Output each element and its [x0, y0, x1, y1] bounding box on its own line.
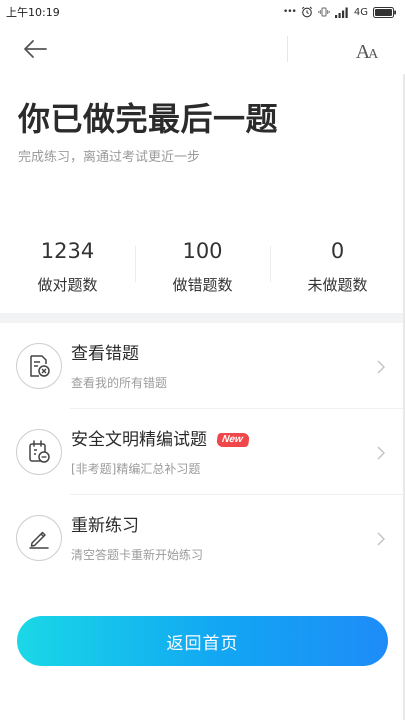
- chevron-right-icon: [375, 445, 387, 461]
- nav-divider: [287, 36, 288, 62]
- page-subtitle: 完成练习，离通过考试更近一步: [18, 150, 201, 165]
- list-item-title: 安全文明精编试题: [71, 430, 207, 450]
- list-item-title: 重新练习: [71, 516, 139, 536]
- stat-value: 100: [182, 239, 223, 263]
- page-title: 你已做完最后一题: [18, 100, 279, 138]
- top-nav: AA: [0, 24, 405, 74]
- new-badge: New: [216, 433, 250, 447]
- status-bar: 上午10:19 ••• 4G: [0, 0, 405, 24]
- back-button[interactable]: [20, 36, 50, 62]
- vibrate-icon: [318, 6, 330, 18]
- calendar-question-icon: [16, 429, 62, 475]
- list-item-restart-practice[interactable]: 重新练习 清空答题卡重新开始练习: [0, 495, 405, 581]
- section-divider: [0, 313, 405, 323]
- battery-icon: [373, 6, 397, 18]
- wrong-questions-icon: [16, 343, 62, 389]
- stat-label: 未做题数: [307, 276, 368, 294]
- pen-icon: [16, 515, 62, 561]
- stat-label: 做对题数: [37, 276, 98, 294]
- chevron-right-icon: [375, 531, 387, 547]
- alarm-icon: [301, 6, 313, 18]
- stat-correct: 1234 做对题数: [0, 236, 135, 300]
- notification-dots-icon: •••: [282, 7, 297, 17]
- list-item-desc: 查看我的所有错题: [71, 376, 168, 390]
- status-time: 上午10:19: [6, 6, 60, 19]
- stats-row: 1234 做对题数 100 做错题数 0 未做题数: [0, 236, 405, 300]
- font-size-icon[interactable]: AA: [352, 36, 382, 62]
- return-home-button[interactable]: 返回首页: [17, 616, 388, 666]
- signal-icon: [334, 7, 349, 18]
- stat-value: 1234: [40, 239, 95, 263]
- stat-undone: 0 未做题数: [270, 236, 405, 300]
- list-item-title: 查看错题: [71, 344, 139, 364]
- list-item-safety-questions[interactable]: 安全文明精编试题 New [非考题]精编汇总补习题: [0, 409, 405, 495]
- font-size-small-glyph: A: [368, 47, 379, 62]
- list-item-desc: [非考题]精编汇总补习题: [71, 462, 201, 476]
- chevron-right-icon: [375, 359, 387, 375]
- arrow-left-icon: [24, 40, 47, 58]
- list-item-desc: 清空答题卡重新开始练习: [71, 548, 204, 562]
- network-type: 4G: [353, 6, 368, 18]
- list-item-view-wrong[interactable]: 查看错题 查看我的所有错题: [0, 323, 405, 409]
- stat-wrong: 100 做错题数: [135, 236, 270, 300]
- stat-label: 做错题数: [172, 276, 233, 294]
- stat-value: 0: [330, 239, 345, 263]
- action-list: 查看错题 查看我的所有错题 安全文明精编试题 New [非考题]精编汇总补习题 重…: [0, 323, 405, 581]
